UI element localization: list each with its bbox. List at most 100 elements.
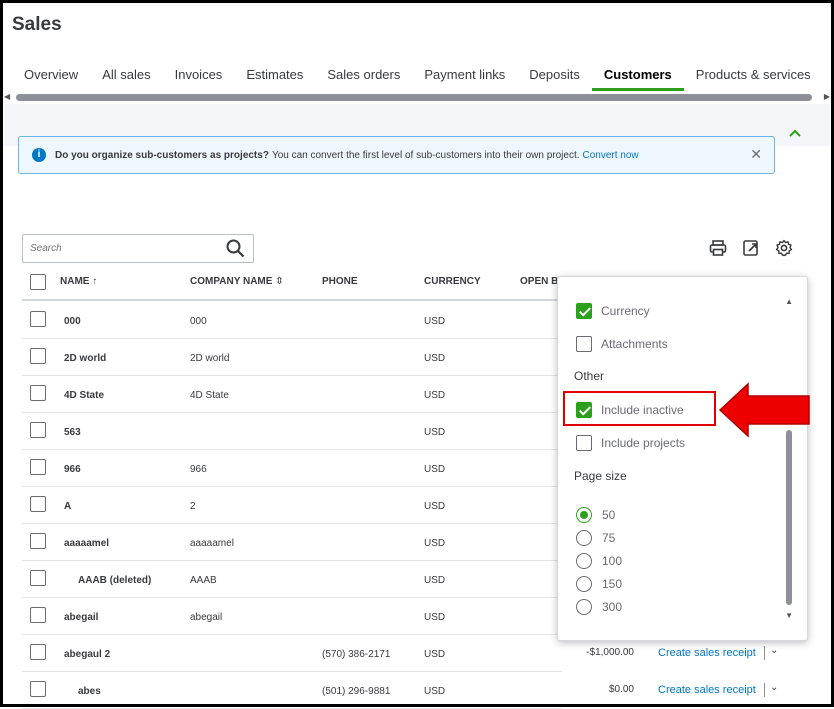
page-size-option-50[interactable]: 50 — [576, 507, 615, 523]
table-row[interactable]: 966 966 USD — [22, 450, 562, 487]
column-header-name[interactable]: NAME ↑ — [60, 276, 97, 287]
customer-name[interactable]: aaaaamel — [64, 538, 109, 549]
currency: USD — [424, 390, 446, 401]
page-size-label: 150 — [602, 577, 623, 591]
tabs-horizontal-scrollbar[interactable]: ◀ ▶ — [0, 92, 834, 102]
column-header-company[interactable]: COMPANY NAME ⇳ — [190, 276, 284, 287]
gear-icon[interactable] — [775, 239, 793, 262]
chevron-down-icon[interactable]: ⌄ — [770, 645, 778, 656]
page-size-label: 300 — [602, 600, 623, 614]
collapse-chevron-icon[interactable] — [780, 124, 810, 148]
company-name: 966 — [190, 464, 207, 475]
chevron-down-icon[interactable]: ⌄ — [770, 682, 778, 693]
page-size-radio-300[interactable] — [576, 599, 592, 615]
row-checkbox[interactable] — [30, 533, 46, 549]
customer-name[interactable]: 2D world — [64, 353, 106, 364]
open-balance: -$1,000.00 — [586, 647, 634, 658]
row-checkbox[interactable] — [30, 459, 46, 475]
banner-bold-text: Do you organize sub-customers as project… — [55, 149, 269, 161]
table-row[interactable]: 000 000 USD — [22, 302, 562, 339]
tab-invoices[interactable]: Invoices — [163, 60, 235, 90]
attachments-option-label: Attachments — [601, 337, 668, 351]
banner-text: You can convert the first level of sub-c… — [271, 149, 580, 161]
currency: USD — [424, 686, 446, 697]
page-title: Sales — [12, 14, 62, 35]
select-all-checkbox[interactable] — [30, 274, 46, 290]
table-row[interactable]: abegail abegail USD — [22, 598, 562, 635]
convert-now-link[interactable]: Convert now — [583, 150, 639, 161]
scroll-left-icon[interactable]: ◀ — [4, 92, 10, 101]
table-row[interactable]: 2D world 2D world USD — [22, 339, 562, 376]
export-icon[interactable] — [742, 239, 760, 262]
page-size-option-75[interactable]: 75 — [576, 530, 615, 546]
row-checkbox[interactable] — [30, 385, 46, 401]
tab-products-services[interactable]: Products & services — [684, 60, 823, 90]
panel-scrollbar-thumb[interactable] — [786, 430, 792, 605]
search-input[interactable] — [30, 235, 220, 261]
create-sales-receipt-link[interactable]: Create sales receipt — [658, 647, 756, 659]
tab-payment-links[interactable]: Payment links — [412, 60, 517, 90]
include-projects-checkbox[interactable] — [576, 435, 592, 451]
customer-name[interactable]: 4D State — [64, 390, 104, 401]
row-checkbox[interactable] — [30, 496, 46, 512]
row-checkbox[interactable] — [30, 681, 46, 697]
row-checkbox[interactable] — [30, 570, 46, 586]
company-name: AAAB — [190, 575, 217, 586]
customer-name[interactable]: abes — [78, 686, 101, 697]
panel-scroll-down-icon[interactable]: ▼ — [785, 611, 793, 620]
customer-name[interactable]: abegail — [64, 612, 98, 623]
tab-customers[interactable]: Customers — [591, 60, 684, 91]
currency: USD — [424, 575, 446, 586]
table-row[interactable]: A 2 USD — [22, 487, 562, 524]
close-icon[interactable]: ✕ — [750, 146, 762, 163]
table-row[interactable]: aaaaamel aaaaamel USD — [22, 524, 562, 561]
currency: USD — [424, 353, 446, 364]
currency-checkbox[interactable] — [576, 303, 592, 319]
column-header-currency[interactable]: CURRENCY — [424, 276, 481, 287]
column-option-currency[interactable]: Currency — [576, 303, 650, 319]
row-checkbox[interactable] — [30, 348, 46, 364]
row-checkbox[interactable] — [30, 422, 46, 438]
table-row[interactable]: 4D State 4D State USD — [22, 376, 562, 413]
table-row[interactable]: abegaul 2 (570) 386-2171 USD -$1,000.00 Crea… — [22, 635, 778, 672]
page-size-radio-50[interactable] — [576, 507, 592, 523]
table-row[interactable]: AAAB (deleted) AAAB USD — [22, 561, 562, 598]
open-balance: $0.00 — [608, 684, 634, 695]
customer-name[interactable]: abegaul 2 — [64, 649, 110, 660]
create-sales-receipt-link[interactable]: Create sales receipt — [658, 684, 756, 696]
customer-name[interactable]: 563 — [64, 427, 81, 438]
tab-all-sales[interactable]: All sales — [90, 60, 162, 90]
row-checkbox[interactable] — [30, 644, 46, 660]
action-divider — [764, 646, 765, 660]
print-icon[interactable] — [709, 239, 727, 262]
scroll-right-icon[interactable]: ▶ — [824, 92, 830, 101]
page-size-radio-100[interactable] — [576, 553, 592, 569]
tab-estimates[interactable]: Estimates — [234, 60, 315, 90]
panel-scroll-up-icon[interactable]: ▲ — [785, 297, 793, 306]
page-size-option-300[interactable]: 300 — [576, 599, 622, 615]
table-row[interactable]: abes (501) 296-9881 USD $0.00 Create sales r… — [22, 672, 778, 709]
scrollbar-thumb[interactable] — [16, 94, 812, 101]
tab-sales-orders[interactable]: Sales orders — [315, 60, 412, 90]
page-size-option-150[interactable]: 150 — [576, 576, 622, 592]
row-checkbox[interactable] — [30, 607, 46, 623]
page-size-radio-75[interactable] — [576, 530, 592, 546]
column-option-attachments[interactable]: Attachments — [576, 336, 668, 352]
attachments-checkbox[interactable] — [576, 336, 592, 352]
table-header: NAME ↑ COMPANY NAME ⇳ PHONE CURRENCY OPE… — [22, 264, 562, 301]
tab-deposits[interactable]: Deposits — [517, 60, 592, 90]
customer-name[interactable]: 966 — [64, 464, 81, 475]
column-header-open-balance[interactable]: OPEN B — [520, 276, 558, 287]
info-banner: i Do you organize sub-customers as proje… — [18, 136, 775, 174]
customer-name[interactable]: AAAB (deleted) — [78, 575, 151, 586]
table-row[interactable]: 563 USD — [22, 413, 562, 450]
page-size-option-100[interactable]: 100 — [576, 553, 622, 569]
tab-overview[interactable]: Overview — [0, 60, 90, 90]
customer-name[interactable]: 000 — [64, 316, 81, 327]
row-checkbox[interactable] — [30, 311, 46, 327]
page-size-radio-150[interactable] — [576, 576, 592, 592]
search-icon[interactable] — [226, 239, 245, 263]
customer-name[interactable]: A — [64, 501, 71, 512]
column-header-phone[interactable]: PHONE — [322, 276, 358, 287]
option-include-projects[interactable]: Include projects — [576, 435, 685, 451]
